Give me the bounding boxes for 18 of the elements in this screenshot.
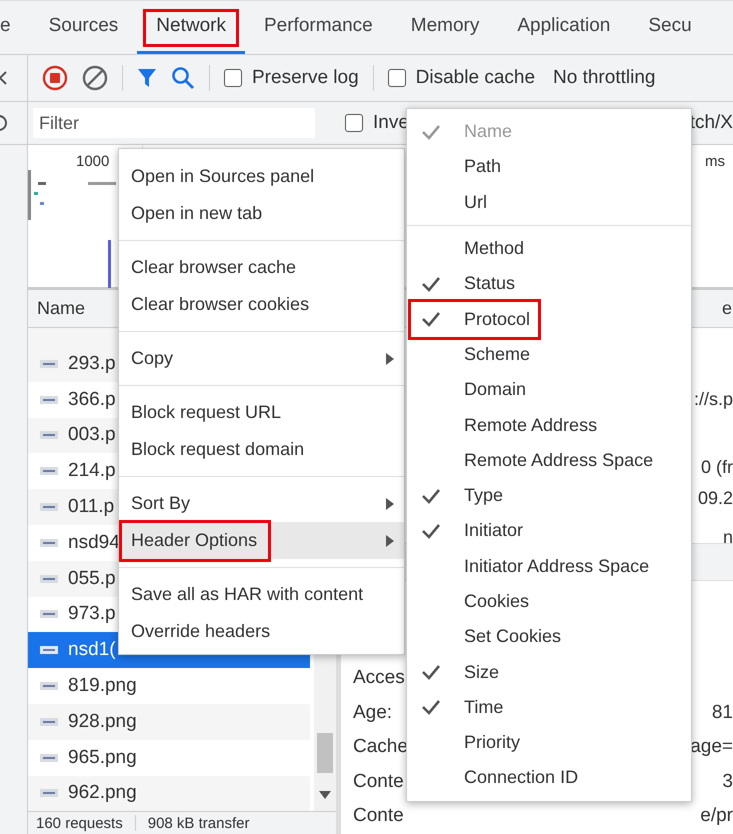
header-name: Conte [353, 770, 404, 793]
detail-value: 0 (fr [700, 456, 733, 479]
header-value: e/pr [700, 805, 733, 828]
status-text: 160 requests [36, 814, 123, 832]
header-value: 3 [722, 770, 733, 793]
time-tick-label: ms [705, 153, 725, 170]
detail-value: 09.2 [698, 487, 733, 510]
column-header: e [722, 298, 733, 319]
detail-value: n [722, 526, 733, 549]
time-tick-label: 1000 [76, 153, 110, 170]
header-name: Acces [353, 667, 405, 690]
header-name: Cache [353, 736, 408, 758]
status-text: 908 kB transfer [148, 814, 250, 832]
header-name: Conte [353, 805, 404, 828]
header-value: 81 [712, 702, 733, 724]
header-value: age= [690, 736, 733, 758]
detail-value: ://s.p [694, 388, 733, 411]
header-name: Age: [353, 702, 392, 724]
